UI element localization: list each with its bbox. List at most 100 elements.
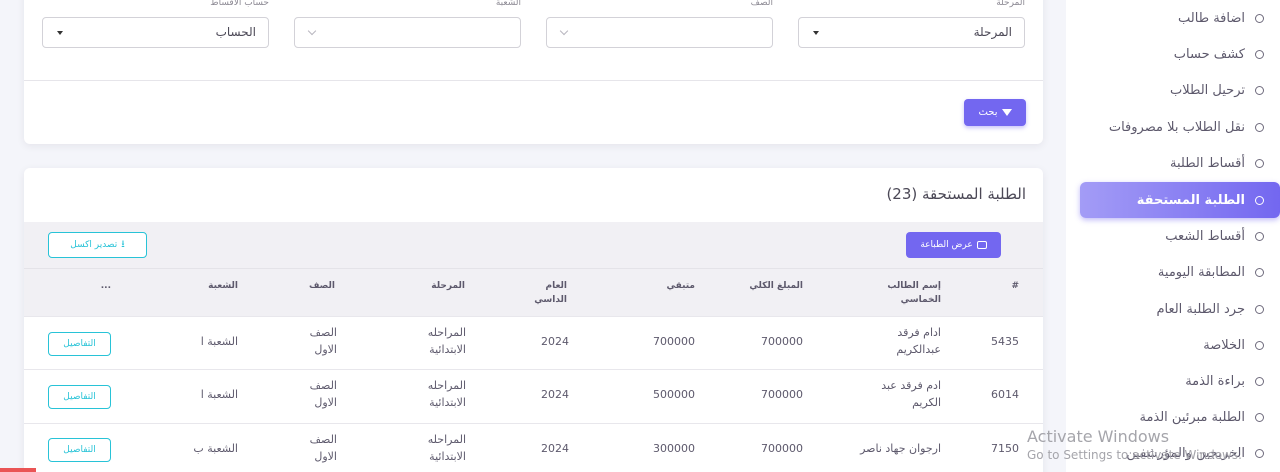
cell-remaining: 500000 <box>653 388 695 401</box>
search-button-label: بحث <box>978 107 998 118</box>
sidebar-item-student-installments[interactable]: أقساط الطلبة <box>1170 146 1264 180</box>
circle-icon <box>1255 122 1264 132</box>
cell-name: ادام فرقد عبدالكريم <box>896 326 941 356</box>
installments-account-label: حساب الاقساط <box>210 0 269 8</box>
col-stage: المرحلة <box>431 281 465 291</box>
circle-icon <box>1255 195 1264 205</box>
table-row: 7150 ارجوان جهاد ناصر 700000 300000 2024… <box>24 423 1043 472</box>
grade-label: الصف <box>750 0 773 8</box>
printer-icon <box>976 241 987 249</box>
download-icon: ⭳ <box>121 239 125 250</box>
sidebar-item-label: ترحيل الطلاب <box>1170 82 1245 98</box>
col-section: الشعبة <box>208 281 238 291</box>
sidebar-item-label: الطلبة مبرئين الذمة <box>1139 409 1245 425</box>
cell-grade: الصف الاول <box>309 379 337 409</box>
cell-grade: الصف الاول <box>309 326 337 356</box>
cell-section: الشعبة ب <box>193 442 238 455</box>
cell-id: 7150 <box>991 442 1019 455</box>
sidebar-item-label: المطابقة اليومية <box>1157 264 1245 280</box>
section-select[interactable] <box>294 17 521 48</box>
results-title: الطلبة المستحقة (23) <box>886 185 1026 203</box>
cell-name: ارجوان جهاد ناصر <box>860 442 941 455</box>
col-total: المبلغ الكلي <box>749 281 803 291</box>
sidebar-item-daily-reconciliation[interactable]: المطابقة اليومية <box>1158 255 1264 289</box>
sidebar-item-transfer-free[interactable]: نقل الطلاب بلا مصروفات <box>1109 110 1264 144</box>
sidebar-item-promote-students[interactable]: ترحيل الطلاب <box>1170 73 1264 107</box>
sidebar-item-label: جرد الطلبة العام <box>1156 301 1245 317</box>
col-remaining: متبقي <box>666 281 695 291</box>
details-button[interactable]: التفاصيل <box>48 385 111 409</box>
export-excel-label: تصدير اكسل <box>70 240 118 250</box>
sidebar-item-add-student[interactable]: اضافة طالب <box>1178 1 1264 35</box>
sidebar-item-label: اضافة طالب <box>1178 10 1245 26</box>
circle-icon <box>1255 158 1264 168</box>
results-toolbar: عرض الطباعة ⭳ تصدير اكسل <box>24 222 1043 268</box>
col-id: # <box>1011 281 1019 291</box>
cell-total: 700000 <box>761 388 803 401</box>
cell-section: الشعبة ا <box>200 335 238 348</box>
circle-icon <box>1255 376 1264 386</box>
sidebar-item-general-inventory[interactable]: جرد الطلبة العام <box>1156 292 1264 326</box>
activate-windows-watermark: Activate Windows Go to Settings to activ… <box>1027 427 1242 462</box>
search-button[interactable]: بحث <box>964 99 1026 126</box>
circle-icon <box>1255 448 1264 458</box>
table-row: 5435 ادام فرقد عبدالكريم 700000 700000 2… <box>24 316 1043 370</box>
results-card: الطلبة المستحقة (23) عرض الطباعة ⭳ تصدير… <box>24 168 1043 472</box>
details-button[interactable]: التفاصيل <box>48 332 111 356</box>
cell-year: 2024 <box>541 388 569 401</box>
watermark-line-1: Activate Windows <box>1027 427 1170 446</box>
cell-year: 2024 <box>541 442 569 455</box>
sidebar-item-label: الطلبة المستحقة <box>1136 192 1245 208</box>
filter-card: المرحلة المرحلة الصف الشعبة حساب الاقساط… <box>24 0 1043 144</box>
sidebar-item-label: أقساط الطلبة <box>1170 155 1245 171</box>
cell-name: ادم فرقد عبد الكريم <box>881 379 941 409</box>
circle-icon <box>1255 267 1264 277</box>
cell-total: 700000 <box>761 335 803 348</box>
circle-icon <box>1255 412 1264 422</box>
table-header: # إسم الطالب الخماسي المبلغ الكلي متبقي … <box>24 268 1043 316</box>
cell-remaining: 300000 <box>653 442 695 455</box>
sidebar-item-account-statement[interactable]: كشف حساب <box>1174 37 1264 71</box>
details-button[interactable]: التفاصيل <box>48 438 111 462</box>
sidebar-item-section-installments[interactable]: أقساط الشعب <box>1165 219 1264 253</box>
circle-icon <box>1255 231 1264 241</box>
sidebar: اضافة طالب كشف حساب ترحيل الطلاب نقل الط… <box>1066 0 1280 472</box>
stage-select-value: المرحلة <box>973 25 1012 39</box>
cell-id: 5435 <box>991 335 1019 348</box>
installments-account-select[interactable]: الحساب <box>42 17 269 48</box>
chevron-down-icon <box>307 26 317 36</box>
divider <box>24 80 1043 81</box>
cell-stage: المراحله الابتدائية <box>427 379 466 409</box>
sidebar-item-label: براءة الذمة <box>1185 373 1245 389</box>
sidebar-item-clearance[interactable]: براءة الذمة <box>1185 364 1264 398</box>
col-name: إسم الطالب الخماسي <box>887 281 941 305</box>
sidebar-item-label: الخلاصة <box>1203 337 1245 353</box>
filter-icon <box>1001 109 1012 116</box>
circle-icon <box>1255 304 1264 314</box>
chevron-down-icon <box>559 26 569 36</box>
col-actions: ... <box>100 281 111 291</box>
table-row: 6014 ادم فرقد عبد الكريم 700000 500000 2… <box>24 369 1043 423</box>
export-excel-button[interactable]: ⭳ تصدير اكسل <box>48 232 147 258</box>
section-label: الشعبة <box>495 0 521 8</box>
sidebar-item-summary[interactable]: الخلاصة <box>1203 328 1264 362</box>
col-year: العام الداسي <box>534 281 567 305</box>
cell-section: الشعبة ا <box>200 388 238 401</box>
grade-select[interactable] <box>546 17 773 48</box>
cell-stage: المراحله الابتدائية <box>427 326 466 356</box>
cell-stage: المراحله الابتدائية <box>427 433 466 463</box>
cell-total: 700000 <box>761 442 803 455</box>
cell-grade: الصف الاول <box>309 433 337 463</box>
cell-remaining: 700000 <box>653 335 695 348</box>
stage-label: المرحلة <box>996 0 1025 8</box>
stage-select[interactable]: المرحلة <box>798 17 1025 48</box>
sidebar-item-due-students[interactable]: الطلبة المستحقة <box>1080 182 1280 218</box>
print-view-label: عرض الطباعة <box>920 240 973 250</box>
sidebar-item-label: كشف حساب <box>1173 46 1245 62</box>
sidebar-item-label: نقل الطلاب بلا مصروفات <box>1108 119 1245 135</box>
circle-icon <box>1255 49 1264 59</box>
print-view-button[interactable]: عرض الطباعة <box>906 232 1001 258</box>
sidebar-item-label: أقساط الشعب <box>1165 228 1245 244</box>
caret-down-icon <box>57 31 63 35</box>
cell-year: 2024 <box>541 335 569 348</box>
